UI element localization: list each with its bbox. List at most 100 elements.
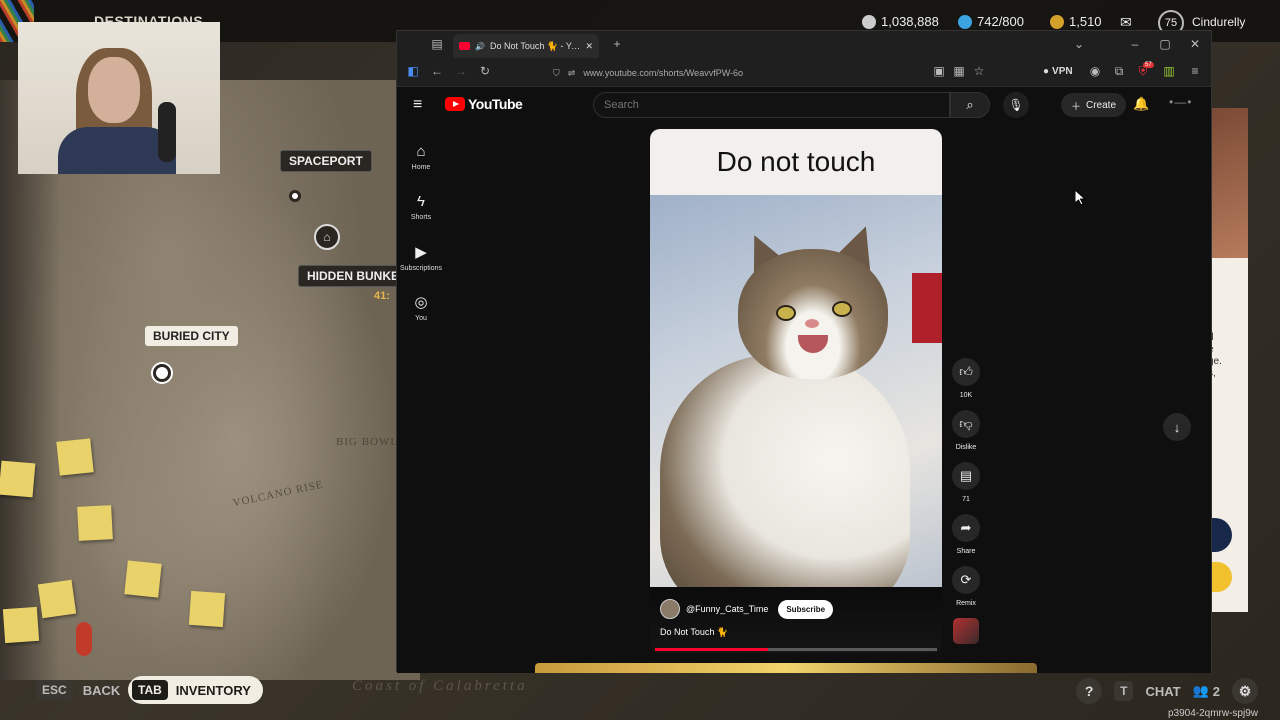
- map-label-buried-city[interactable]: BURIED CITY: [145, 326, 238, 346]
- url-field[interactable]: ⛉ ⇌ www.youtube.com/shorts/WeavvfPW-6o: [543, 62, 989, 84]
- create-label: Create: [1086, 99, 1117, 111]
- sidebar-toggle-icon[interactable]: ◧: [405, 64, 421, 78]
- like-action: 👍︎ 10K: [952, 358, 980, 410]
- dislike-button[interactable]: 👎︎: [952, 410, 980, 438]
- bookmark-star-icon[interactable]: ☆: [971, 64, 987, 78]
- shorts-player[interactable]: Do not touch @Funny_Cats_Time Subscribe …: [650, 129, 942, 653]
- playback-progress[interactable]: [655, 648, 937, 651]
- minimize-icon[interactable]: –: [1127, 37, 1143, 51]
- remix-button[interactable]: ⟳: [952, 566, 980, 594]
- new-tab-icon[interactable]: +: [609, 37, 625, 51]
- red-box: [912, 273, 942, 343]
- tab-title: Do Not Touch 🐈 - YouTube: [489, 40, 581, 51]
- coins-stat: 1,038,888: [862, 14, 939, 29]
- map-timer: 41:: [374, 290, 390, 302]
- dislike-label: Dislike: [955, 444, 977, 451]
- short-caption[interactable]: Do Not Touch 🐈: [660, 627, 728, 638]
- short-overlay-title-text: Do not touch: [716, 146, 876, 177]
- search-button[interactable]: ⌕: [950, 92, 990, 118]
- hamburger-menu-icon[interactable]: ≡: [413, 96, 422, 114]
- guide-item-subscriptions[interactable]: ▶ Subscriptions: [397, 232, 445, 282]
- spaceport-marker[interactable]: [289, 190, 301, 202]
- youtube-logo[interactable]: YouTube: [445, 96, 523, 112]
- microphone: [158, 102, 176, 162]
- share-action: ➦ Share: [952, 514, 980, 566]
- back-icon[interactable]: ←: [429, 64, 445, 78]
- tab-youtube[interactable]: 🔊 Do Not Touch 🐈 - YouTube ✕: [453, 34, 599, 58]
- buried-city-marker[interactable]: [153, 364, 171, 382]
- plus-icon: ＋: [1071, 101, 1081, 113]
- next-short-button[interactable]: ↓: [1163, 413, 1191, 441]
- comments-button[interactable]: ▤: [952, 462, 980, 490]
- map-label-hidden-bunker[interactable]: HIDDEN BUNKE: [298, 265, 409, 287]
- screenshot-icon[interactable]: ▣: [931, 64, 947, 78]
- guide-label: You: [415, 314, 427, 322]
- sticky-note: [0, 460, 36, 498]
- share-button[interactable]: ➦: [952, 514, 980, 542]
- gear-icon[interactable]: ⚙: [1232, 678, 1258, 704]
- comments-action: ▤ 71: [952, 462, 980, 514]
- cat-nose: [805, 319, 819, 328]
- back-button[interactable]: ESC BACK: [36, 680, 120, 700]
- sticky-note: [188, 590, 226, 628]
- bunker-icon[interactable]: ⌂: [314, 224, 340, 250]
- close-window-icon[interactable]: ✕: [1187, 37, 1203, 51]
- home-icon: ⌂: [416, 143, 426, 160]
- tab-close-icon[interactable]: ✕: [585, 41, 593, 52]
- short-overlay-title: Do not touch: [650, 129, 942, 195]
- tab-key: TAB: [132, 680, 168, 700]
- thumbs-up-icon: 👍︎: [959, 364, 973, 379]
- shield-icon[interactable]: ⛉: [553, 68, 560, 79]
- map-label-spaceport[interactable]: SPACEPORT: [280, 150, 372, 172]
- tab-actions-icon[interactable]: ▤: [429, 37, 445, 51]
- side-card-image: [1212, 108, 1248, 258]
- like-button[interactable]: 👍︎: [952, 358, 980, 386]
- party-button[interactable]: 👥 2: [1193, 683, 1220, 699]
- energy-icon: [958, 14, 972, 29]
- search-input[interactable]: [593, 92, 950, 118]
- chat-label[interactable]: CHAT: [1145, 684, 1180, 699]
- tab-media-icon[interactable]: ▦: [951, 64, 967, 78]
- create-button[interactable]: ＋ Create: [1061, 93, 1127, 117]
- session-id: p3904-2qmrw-spj9w: [1167, 708, 1258, 719]
- webcam-person-face: [88, 57, 140, 123]
- profile-icon[interactable]: ◉: [1087, 64, 1103, 78]
- youtube-header: ≡ YouTube ⌕ 🎙 ＋ Create 🔔 •—•: [397, 88, 1211, 122]
- help-icon[interactable]: ?: [1076, 678, 1103, 704]
- vpn-button[interactable]: ● VPN: [1043, 66, 1073, 77]
- map-text-big-bowl: BIG BOWL: [336, 436, 399, 448]
- coin-icon: [862, 14, 876, 29]
- subscriptions-icon: ▶: [415, 243, 427, 261]
- token-icon: [1050, 14, 1064, 29]
- pin-icon: [76, 622, 92, 656]
- tab-list-chevron-icon[interactable]: ⌄: [1071, 37, 1087, 51]
- reload-icon[interactable]: ↻: [477, 64, 493, 78]
- map-text-coast: Coast of Calabretta: [352, 678, 528, 694]
- mail-icon[interactable]: ✉: [1120, 14, 1132, 31]
- menu-icon[interactable]: ≡: [1187, 64, 1203, 78]
- youtube-mini-guide: ⌂ Home ϟ Shorts ▶ Subscriptions ◎ You: [397, 132, 445, 332]
- playback-progress-fill: [655, 648, 768, 651]
- equalizer-icon[interactable]: ▥: [1161, 64, 1177, 78]
- notifications-bell-icon[interactable]: 🔔: [1133, 96, 1149, 112]
- guide-label: Subscriptions: [399, 264, 443, 272]
- extensions-icon[interactable]: ⧉: [1111, 64, 1127, 79]
- inventory-button[interactable]: TAB INVENTORY: [128, 676, 263, 704]
- next-short-preview[interactable]: [535, 663, 1037, 673]
- site-settings-icon[interactable]: ⇌: [568, 68, 576, 79]
- voice-search-button[interactable]: 🎙: [1003, 92, 1029, 118]
- forward-icon[interactable]: →: [453, 64, 469, 78]
- subscribe-button[interactable]: Subscribe: [778, 599, 834, 619]
- sound-thumbnail[interactable]: [953, 618, 979, 644]
- account-icon: ◎: [414, 293, 428, 311]
- guide-item-you[interactable]: ◎ You: [397, 282, 445, 332]
- channel-avatar[interactable]: [660, 599, 680, 619]
- guide-item-shorts[interactable]: ϟ Shorts: [397, 182, 445, 232]
- channel-name[interactable]: @Funny_Cats_Time: [686, 604, 768, 614]
- maximize-icon[interactable]: ▢: [1157, 37, 1173, 51]
- energy-value: 742/800: [977, 14, 1024, 29]
- speaker-icon[interactable]: 🔊: [475, 42, 485, 51]
- coins-value: 1,038,888: [881, 14, 939, 29]
- short-video-frame[interactable]: [650, 195, 942, 587]
- guide-item-home[interactable]: ⌂ Home: [397, 132, 445, 182]
